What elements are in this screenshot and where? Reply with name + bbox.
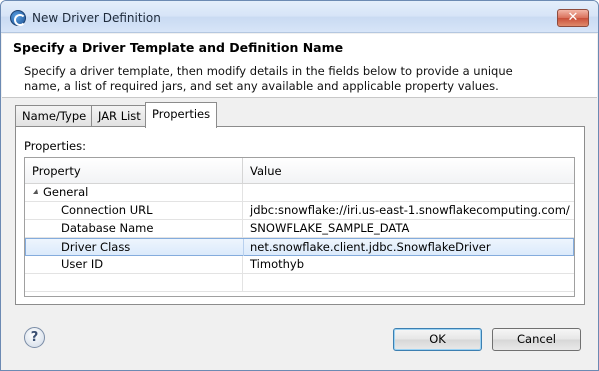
table-row[interactable]: Database Name SNOWFLAKE_SAMPLE_DATA [25, 220, 574, 238]
title-bar[interactable]: New Driver Definition ✕ [1, 1, 598, 33]
group-label: General [43, 185, 89, 199]
properties-panel: Properties: Property Value General Conne… [15, 126, 585, 305]
eclipse-icon [10, 10, 26, 26]
tab-name-type[interactable]: Name/Type [15, 105, 94, 127]
properties-table[interactable]: Property Value General Connection URL jd… [24, 157, 575, 297]
header-title: Specify a Driver Template and Definition… [13, 40, 344, 55]
property-value[interactable]: Timothyb [250, 256, 570, 273]
help-icon[interactable]: ? [24, 327, 45, 348]
column-header-value[interactable]: Value [243, 158, 574, 184]
property-name: Driver Class [26, 239, 244, 256]
group-cell: General [25, 184, 243, 201]
dialog-window: New Driver Definition ✕ Specify a Driver… [0, 0, 599, 371]
property-value[interactable]: net.snowflake.client.jdbc.SnowflakeDrive… [250, 239, 570, 256]
table-row[interactable]: Connection URL jdbc:snowflake://iri.us-e… [25, 202, 574, 220]
properties-label: Properties: [24, 139, 86, 153]
property-value[interactable]: jdbc:snowflake://iri.us-east-1.snowflake… [250, 202, 570, 219]
ok-button[interactable]: OK [393, 328, 482, 351]
tab-properties[interactable]: Properties [145, 102, 218, 128]
window-title: New Driver Definition [32, 11, 161, 25]
table-row-selected[interactable]: Driver Class net.snowflake.client.jdbc.S… [25, 238, 574, 256]
expand-triangle-icon[interactable] [33, 189, 38, 194]
property-name: Connection URL [25, 202, 243, 219]
property-value[interactable]: SNOWFLAKE_SAMPLE_DATA [250, 220, 570, 237]
column-header-property[interactable]: Property [25, 158, 243, 184]
tab-jar-list[interactable]: JAR List [91, 105, 148, 127]
group-value-cell [250, 184, 570, 201]
property-name: User ID [25, 256, 243, 273]
group-row-general[interactable]: General [25, 184, 574, 202]
property-name: Database Name [25, 220, 243, 237]
table-row[interactable]: User ID Timothyb [25, 256, 574, 274]
empty-cell [25, 274, 243, 291]
cancel-button[interactable]: Cancel [492, 328, 581, 351]
table-header: Property Value [25, 158, 574, 184]
close-button[interactable]: ✕ [557, 9, 589, 27]
empty-row [25, 274, 574, 292]
dialog-header: Specify a Driver Template and Definition… [2, 34, 597, 98]
header-description: Specify a driver template, then modify d… [24, 64, 513, 93]
